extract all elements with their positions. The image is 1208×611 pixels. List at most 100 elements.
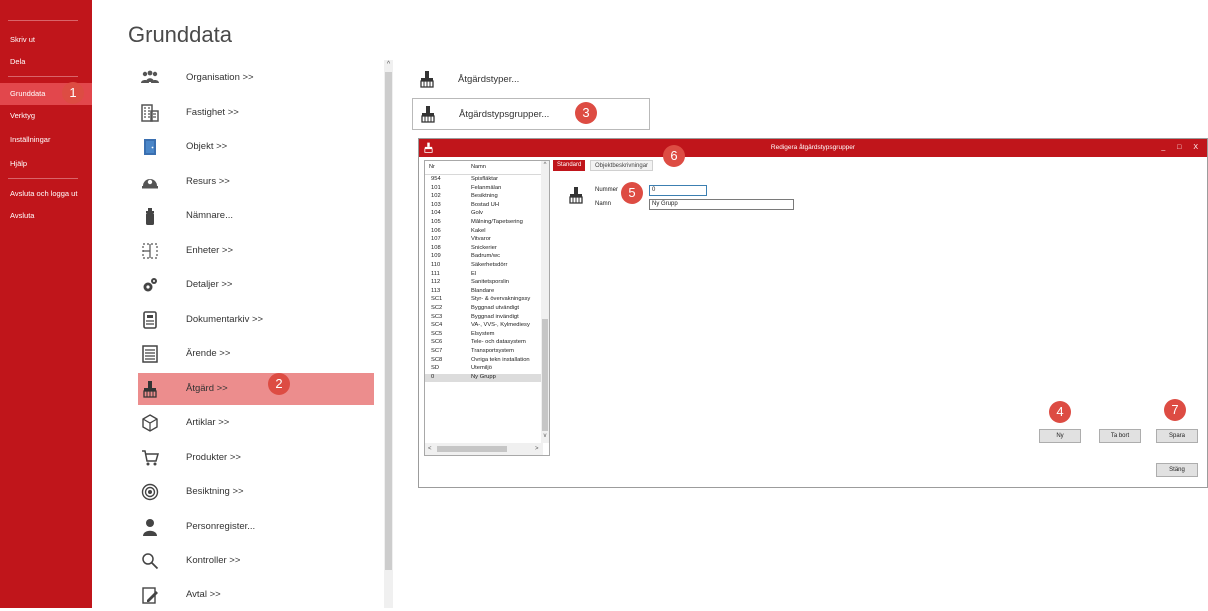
list-item-nr: 113 [431, 287, 441, 294]
category-kontroller[interactable]: Kontroller >> [138, 545, 374, 577]
category-label: Åtgärd >> [186, 383, 228, 394]
list-item[interactable]: SC8 Övriga tekn installation [425, 357, 541, 365]
list-item[interactable]: SC5 Elsystem [425, 331, 541, 339]
step-badge-7: 7 [1164, 399, 1186, 421]
list-item[interactable]: 0 Ny Grupp [425, 373, 541, 382]
list-item[interactable]: SC3 Byggnad invändigt [425, 314, 541, 322]
category-personregister[interactable]: Personregister... [138, 511, 374, 543]
scroll-up-icon[interactable]: ^ [384, 60, 393, 70]
sidebar-item-verktyg[interactable]: Verktyg [8, 106, 92, 126]
list-item[interactable]: 107 Vitvaror [425, 236, 541, 244]
list-item-namn: Tele- och datasystem [471, 339, 526, 346]
category-avtal[interactable]: Avtal >> [138, 579, 374, 611]
list-item-nr: 104 [431, 210, 441, 217]
list-item[interactable]: 106 Kakel [425, 228, 541, 236]
list-item-namn: Elsystem [471, 330, 495, 337]
list-item[interactable]: SC1 Styr- & övervakningssy [425, 296, 541, 304]
list-item[interactable]: 102 Besiktning [425, 193, 541, 201]
category-label: Kontroller >> [186, 555, 241, 566]
column-header-namn[interactable]: Namn [471, 164, 486, 170]
sidebar-divider [8, 178, 78, 179]
list-item[interactable]: 104 Golv [425, 210, 541, 218]
list-item[interactable]: 110 Säkerhetsdörr [425, 262, 541, 270]
category-fastighet[interactable]: Fastighet >> [138, 97, 374, 129]
sidebar-item-skriv-ut[interactable]: Skriv ut [8, 30, 92, 50]
column-header-nr[interactable]: Nr [429, 164, 435, 170]
list-vertical-scrollbar[interactable]: ^ v [541, 161, 549, 443]
list-item-namn: Målning/Tapetsering [471, 219, 523, 225]
brush-icon [143, 381, 157, 398]
scroll-right-icon[interactable]: > [535, 443, 539, 455]
category-artiklar[interactable]: Artiklar >> [138, 407, 374, 439]
sidebar-item-avsluta[interactable]: Avsluta [8, 206, 92, 226]
list-item[interactable]: 101 Felanmälan [425, 185, 541, 193]
sidebar-item-avsluta-och-logga-ut[interactable]: Avsluta och logga ut [8, 184, 92, 204]
list-item-namn: VA-, VVS-, Kylmediesy [471, 322, 530, 329]
eye-icon [141, 483, 159, 501]
item-atgardstypsgrupper[interactable]: Åtgärdstypsgrupper... 3 [412, 98, 650, 130]
category-arende[interactable]: Ärende >> [138, 338, 374, 370]
tab-standard[interactable]: Standard [553, 160, 586, 171]
list-item-nr: SC8 [431, 356, 443, 363]
list-item[interactable]: SC7 Transportsystem [425, 348, 541, 356]
scrollbar-thumb[interactable] [385, 72, 392, 570]
save-button[interactable]: Spara [1156, 429, 1198, 443]
category-organisation[interactable]: Organisation >> [138, 62, 374, 94]
list-item[interactable]: SC2 Byggnad utvändigt [425, 305, 541, 313]
list-item-nr: SD [431, 365, 440, 372]
category-label: Organisation >> [186, 72, 254, 83]
category-detaljer[interactable]: Detaljer >> [138, 269, 374, 301]
list-item[interactable]: 109 Badrum/wc [425, 253, 541, 261]
category-dokumentarkiv[interactable]: Dokumentarkiv >> [138, 304, 374, 336]
dialog-titlebar[interactable]: Redigera åtgärdstypsgrupper _ □ X [419, 139, 1207, 157]
category-objekt[interactable]: Objekt >> [138, 131, 374, 163]
group-list[interactable]: Nr Namn 954 Spisfläktar 101 Felanmälan 102 Be… [424, 160, 550, 456]
scroll-left-icon[interactable]: < [428, 443, 432, 455]
category-enheter[interactable]: Enheter >> [138, 235, 374, 267]
category-atgard[interactable]: Åtgärd >> 2 [138, 373, 374, 405]
list-item-nr: SC3 [431, 313, 443, 320]
list-item[interactable]: 103 Bostad UH [425, 202, 541, 210]
list-item[interactable]: SC6 Tele- och datasystem [425, 339, 541, 347]
list-item[interactable]: 113 Blandare [425, 288, 541, 296]
list-item-nr: 110 [431, 262, 441, 268]
item-atgardstyper[interactable]: Åtgärdstyper... [412, 64, 652, 96]
list-item[interactable]: 108 Snickerier [425, 245, 541, 253]
list-item[interactable]: SD Utemiljö [425, 365, 541, 373]
nummer-field[interactable]: 0 [649, 185, 707, 196]
category-besiktning[interactable]: Besiktning >> [138, 476, 374, 508]
sidebar-item-dela[interactable]: Dela [8, 52, 92, 72]
category-scrollbar[interactable]: ^ [384, 60, 393, 608]
list-item-nr: SC1 [431, 296, 443, 303]
category-produkter[interactable]: Produkter >> [138, 442, 374, 474]
delete-button[interactable]: Ta bort [1099, 429, 1141, 443]
new-button[interactable]: Ny [1039, 429, 1081, 443]
scroll-down-icon[interactable]: v [541, 433, 549, 439]
category-label: Objekt >> [186, 141, 228, 152]
list-item[interactable]: 111 El [425, 271, 541, 279]
category-resurs[interactable]: Resurs >> [138, 166, 374, 198]
close-button[interactable]: Stäng [1156, 463, 1198, 477]
category-namnare[interactable]: Nämnare... [138, 200, 374, 232]
sidebar-divider [8, 20, 78, 21]
list-item[interactable]: SC4 VA-, VVS-, Kylmediesy [425, 322, 541, 330]
list-item[interactable]: 954 Spisfläktar [425, 176, 541, 184]
list-item[interactable]: 105 Målning/Tapetsering [425, 219, 541, 227]
category-label: Personregister... [186, 521, 256, 532]
window-controls[interactable]: _ □ X [1161, 139, 1203, 157]
scrollbar-thumb[interactable] [437, 446, 507, 452]
list-horizontal-scrollbar[interactable]: < > [425, 443, 543, 455]
sidebar-item-hjalp[interactable]: Hjälp [8, 154, 92, 174]
building-icon [141, 104, 159, 122]
tab-objektbeskrivningar[interactable]: Objektbeskrivningar [590, 160, 654, 171]
archive-icon [143, 311, 157, 329]
scrollbar-thumb[interactable] [542, 319, 548, 431]
helmet-icon [142, 179, 158, 189]
list-item-nr: 106 [431, 227, 441, 234]
scroll-up-icon[interactable]: ^ [541, 162, 549, 168]
dialog-tabs: Standard Objektbeskrivningar [553, 160, 1208, 171]
step-badge-3: 3 [575, 102, 597, 124]
namn-field[interactable]: Ny Grupp [649, 199, 794, 210]
list-item[interactable]: 112 Sanitetsporslin [425, 279, 541, 287]
sidebar-item-installningar[interactable]: Inställningar [8, 130, 92, 150]
